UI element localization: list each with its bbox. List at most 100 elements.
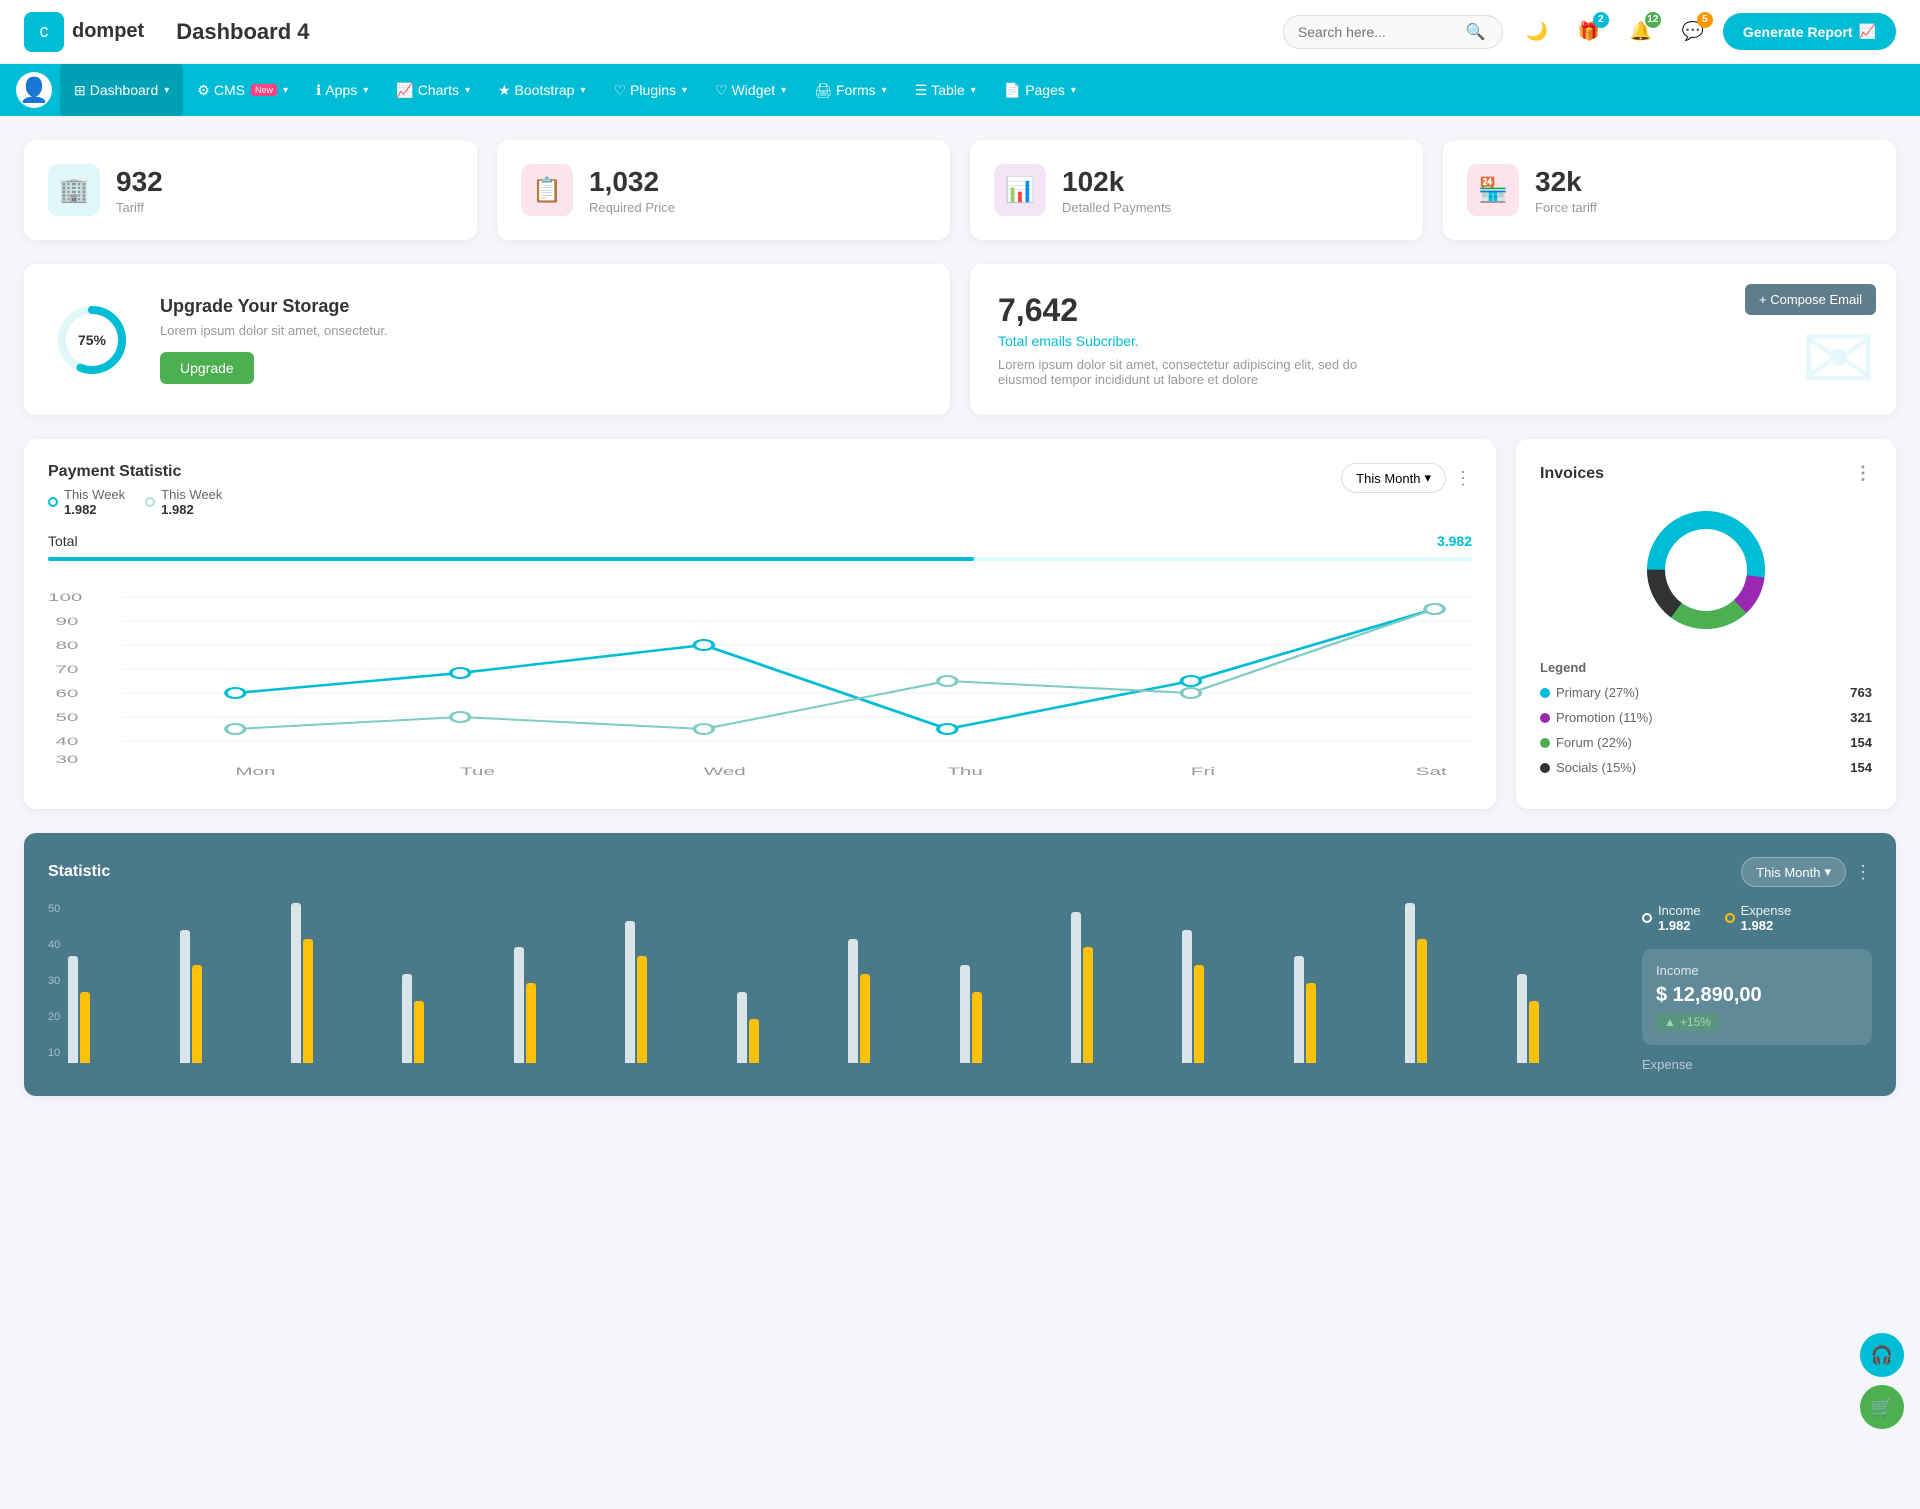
bar-group-12 bbox=[1405, 903, 1510, 1063]
moon-btn[interactable]: 🌙 bbox=[1519, 14, 1555, 50]
bar-group-1 bbox=[180, 930, 285, 1063]
y-label-30: 30 bbox=[48, 975, 60, 987]
nav-plugins[interactable]: ♡ Plugins ▾ bbox=[600, 64, 702, 116]
bar-white-1 bbox=[180, 930, 190, 1063]
legend-header: Legend bbox=[1540, 660, 1872, 675]
chevron-down-icon-cms: ▾ bbox=[283, 85, 288, 96]
statistic-body: 50 40 30 20 10 bbox=[48, 903, 1872, 1072]
gift-badge: 2 bbox=[1593, 12, 1609, 28]
bar-yellow-12 bbox=[1417, 939, 1427, 1063]
payments-label: Detalled Payments bbox=[1062, 200, 1171, 215]
nav-bootstrap[interactable]: ★ Bootstrap ▾ bbox=[484, 64, 600, 116]
moon-icon: 🌙 bbox=[1526, 21, 1548, 42]
stat-more-icon[interactable]: ⋮ bbox=[1854, 862, 1872, 883]
stat-card-force: 🏪 32k Force tariff bbox=[1443, 140, 1896, 240]
chat-btn[interactable]: 💬 5 bbox=[1675, 14, 1711, 50]
bootstrap-icon: ★ bbox=[498, 82, 511, 99]
svg-text:Thu: Thu bbox=[947, 766, 982, 777]
legend-name-forum: Forum (22%) bbox=[1540, 735, 1632, 750]
generate-report-button[interactable]: Generate Report 📈 bbox=[1723, 13, 1896, 50]
bar-white-7 bbox=[848, 939, 858, 1063]
expense-box-label: Expense bbox=[1642, 1057, 1872, 1072]
chart-invoices-row: Payment Statistic This Week 1.982 bbox=[24, 439, 1896, 809]
nav-dashboard[interactable]: ⊞ Dashboard ▾ bbox=[60, 64, 183, 116]
invoices-label: Invoices bbox=[1540, 465, 1604, 483]
tariff-label: Tariff bbox=[116, 200, 163, 215]
bar-yellow-7 bbox=[860, 974, 870, 1063]
bar-area-wrap: 50 40 30 20 10 bbox=[48, 903, 1622, 1063]
income-expense: Income 1.982 Expense 1.982 bbox=[1642, 903, 1872, 933]
bar-group-5 bbox=[625, 921, 730, 1063]
headset-button[interactable]: 🎧 bbox=[1860, 1333, 1904, 1377]
bell-badge: 12 bbox=[1645, 12, 1661, 28]
chart-icon: 📈 bbox=[1859, 23, 1876, 40]
nav-dashboard-label: Dashboard bbox=[90, 82, 159, 98]
bar-group-4 bbox=[514, 947, 619, 1063]
price-label: Required Price bbox=[589, 200, 675, 215]
bar-group-3 bbox=[402, 974, 507, 1063]
invoices-more-icon[interactable]: ⋮ bbox=[1854, 463, 1872, 484]
svg-text:90: 90 bbox=[55, 616, 78, 628]
y-axis: 50 40 30 20 10 bbox=[48, 903, 60, 1063]
legend-dot-1 bbox=[145, 497, 155, 507]
gift-btn[interactable]: 🎁 2 bbox=[1571, 14, 1607, 50]
bell-btn[interactable]: 🔔 12 bbox=[1623, 14, 1659, 50]
nav-pages[interactable]: 📄 Pages ▾ bbox=[990, 64, 1090, 116]
nav-table[interactable]: ☰ Table ▾ bbox=[901, 64, 990, 116]
pages-icon: 📄 bbox=[1004, 82, 1021, 99]
nav-forms[interactable]: 🖨 Forms ▾ bbox=[800, 64, 900, 116]
svg-text:40: 40 bbox=[55, 736, 78, 748]
bar-white-4 bbox=[514, 947, 524, 1063]
cart-icon: 🛒 bbox=[1871, 1397, 1893, 1418]
search-input[interactable] bbox=[1298, 24, 1458, 40]
expense-circle bbox=[1725, 913, 1735, 923]
stat-card-payments: 📊 102k Detalled Payments bbox=[970, 140, 1423, 240]
svg-text:Mon: Mon bbox=[235, 766, 275, 777]
stat-card-price: 📋 1,032 Required Price bbox=[497, 140, 950, 240]
svg-text:50: 50 bbox=[55, 712, 78, 724]
payments-value: 102k bbox=[1062, 166, 1171, 198]
upgrade-button[interactable]: Upgrade bbox=[160, 352, 254, 384]
email-card: + Compose Email 7,642 Total emails Subcr… bbox=[970, 264, 1896, 415]
legend-text-1: This Week 1.982 bbox=[161, 487, 222, 517]
nav-apps[interactable]: ℹ Apps ▾ bbox=[302, 64, 382, 116]
stat-controls: This Month ▾ ⋮ bbox=[1741, 857, 1872, 887]
bar-group-2 bbox=[291, 903, 396, 1063]
chevron-down-icon-forms: ▾ bbox=[882, 85, 887, 96]
nav-bootstrap-label: Bootstrap bbox=[515, 82, 575, 98]
chevron-down-icon-stat: ▾ bbox=[1824, 864, 1831, 880]
nav-charts[interactable]: 📈 Charts ▾ bbox=[382, 64, 484, 116]
this-month-filter[interactable]: This Month ▾ bbox=[1341, 463, 1446, 493]
stat-month-filter[interactable]: This Month ▾ bbox=[1741, 857, 1846, 887]
nav-widget[interactable]: ♡ Widget ▾ bbox=[701, 64, 800, 116]
forms-icon: 🖨 bbox=[814, 82, 832, 99]
main-content: 🏢 932 Tariff 📋 1,032 Required Price 📊 10… bbox=[0, 116, 1920, 1120]
bar-group-8 bbox=[960, 965, 1065, 1063]
chevron-down-icon-widget: ▾ bbox=[781, 85, 786, 96]
legend-circle-promo bbox=[1540, 713, 1550, 723]
bar-yellow-8 bbox=[972, 992, 982, 1063]
bar-chart-section: 50 40 30 20 10 bbox=[48, 903, 1622, 1072]
stat-info-tariff: 932 Tariff bbox=[116, 166, 163, 215]
legend-val-0: 1.982 bbox=[64, 502, 125, 517]
progress-bar bbox=[48, 557, 1472, 561]
invoices-legend: Legend Primary (27%) 763 Promotion (11%)… bbox=[1540, 660, 1872, 775]
legend-num-socials: 154 bbox=[1850, 760, 1872, 775]
nav-table-label: Table bbox=[931, 82, 964, 98]
bar-yellow-10 bbox=[1194, 965, 1204, 1063]
new-badge: New bbox=[251, 84, 277, 96]
chart-legend: This Week 1.982 This Week 1.982 bbox=[48, 487, 222, 517]
statistic-card: Statistic This Month ▾ ⋮ 50 40 30 20 bbox=[24, 833, 1896, 1096]
mid-row: 75% Upgrade Your Storage Lorem ipsum dol… bbox=[24, 264, 1896, 415]
dashboard-icon: ⊞ bbox=[74, 82, 86, 99]
more-icon[interactable]: ⋮ bbox=[1454, 468, 1472, 489]
legend-label-1: This Week bbox=[161, 487, 222, 502]
nav-cms[interactable]: ⚙ CMS New ▾ bbox=[183, 64, 302, 116]
cart-button[interactable]: 🛒 bbox=[1860, 1385, 1904, 1429]
legend-label-socials: Socials (15%) bbox=[1556, 760, 1636, 775]
income-badge: ▲ +15% bbox=[1656, 1013, 1719, 1031]
line-chart: 100 90 80 70 60 50 40 30 Mon Tue Wed Thu… bbox=[48, 577, 1472, 777]
storage-desc: Lorem ipsum dolor sit amet, onsectetur. bbox=[160, 323, 388, 338]
search-icon[interactable]: 🔍 bbox=[1466, 22, 1486, 42]
nav-apps-label: Apps bbox=[325, 82, 357, 98]
